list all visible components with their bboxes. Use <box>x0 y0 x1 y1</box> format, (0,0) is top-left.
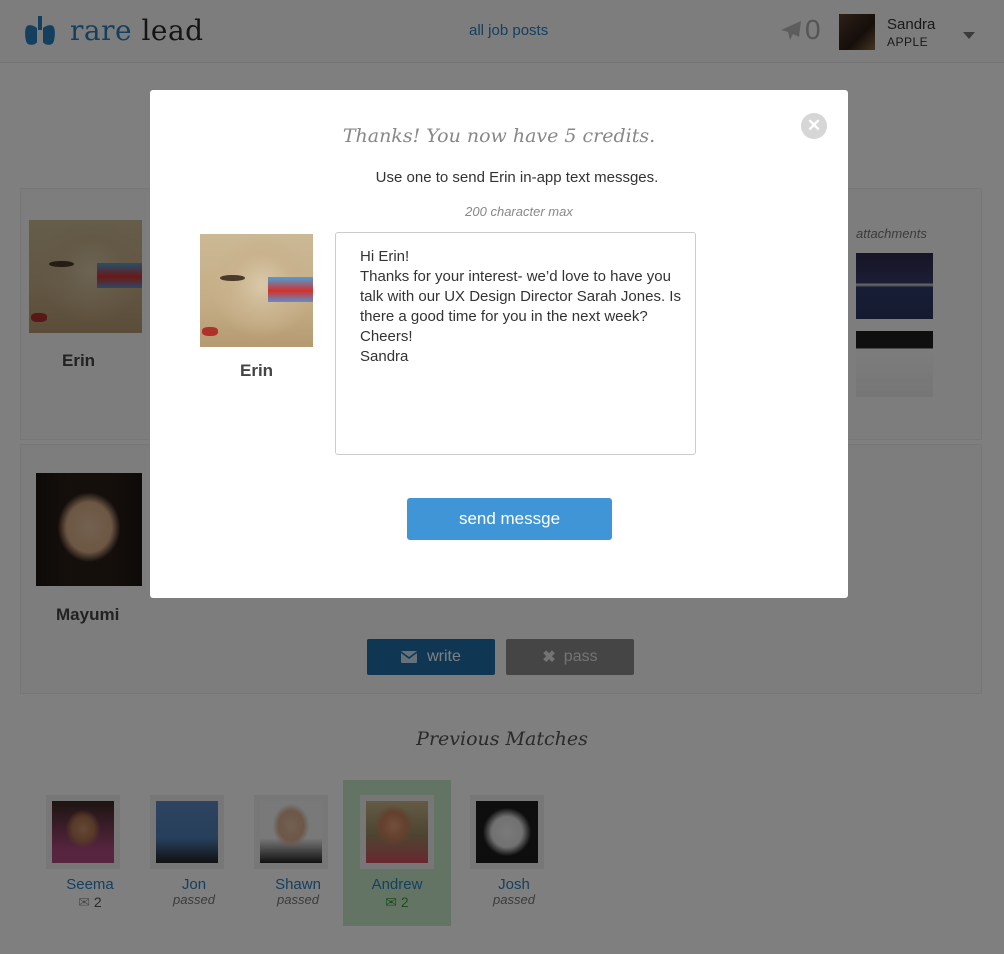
modal-subtitle: Use one to send Erin in-app text messges… <box>375 169 659 186</box>
message-textarea[interactable]: Hi Erin! Thanks for your interest- we’d … <box>335 232 696 455</box>
send-message-button[interactable]: send messge <box>407 498 612 540</box>
send-message-modal: ✕ Thanks! You now have 5 credits. Use on… <box>150 90 848 598</box>
recipient-name: Erin <box>240 361 274 380</box>
character-limit-hint: 200 character max <box>465 204 573 219</box>
modal-title: Thanks! You now have 5 credits. <box>342 125 656 147</box>
recipient-photo <box>200 234 313 347</box>
